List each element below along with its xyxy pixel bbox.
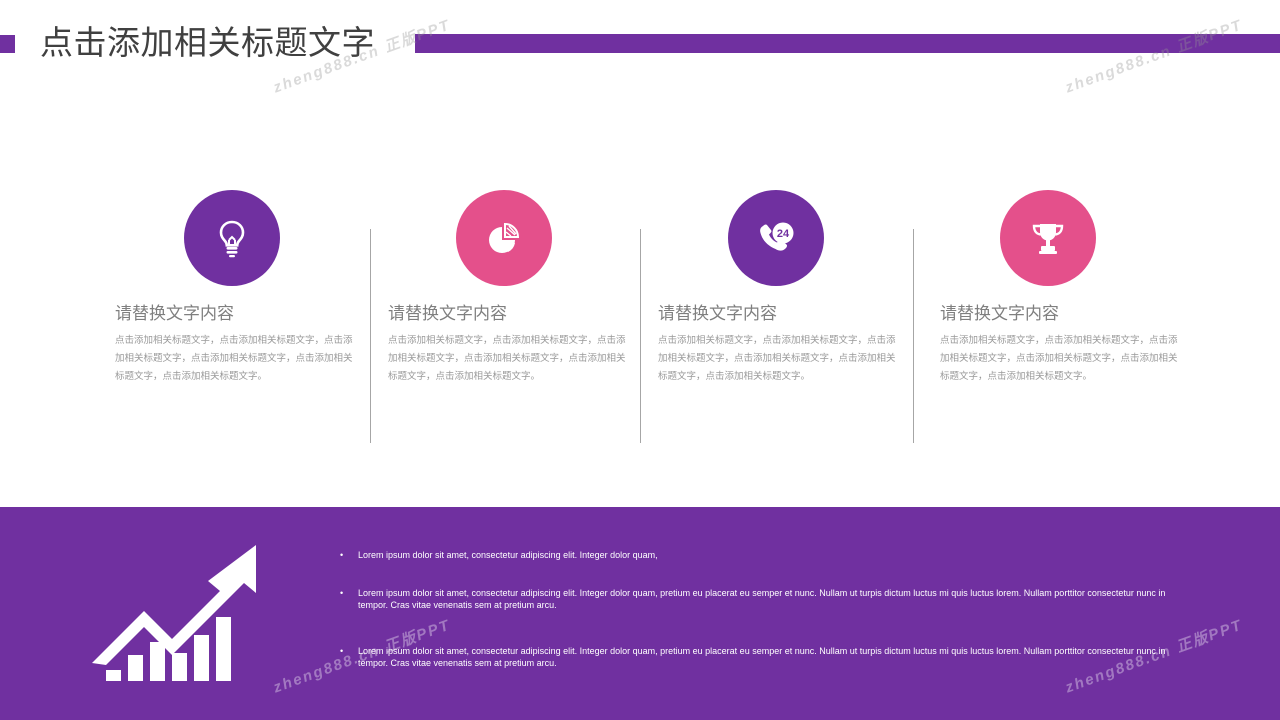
bullet-dot-1: •	[340, 550, 344, 560]
page-title: 点击添加相关标题文字	[40, 23, 375, 62]
title-accent-bar-left	[0, 35, 15, 53]
feature-title-2: 请替换文字内容	[388, 304, 507, 324]
bullet-text-3: Lorem ipsum dolor sit amet, consectetur …	[358, 646, 1166, 668]
column-divider-1	[370, 229, 371, 443]
feature-circle-3: 24	[728, 190, 824, 286]
lightbulb-icon	[219, 220, 245, 258]
bullet-item-2: • Lorem ipsum dolor sit amet, consectetu…	[340, 587, 1190, 611]
growth-chart-icon	[92, 545, 256, 681]
watermark-2: zheng888.cn 正版PPT	[1063, 16, 1245, 97]
pie-chart-icon	[489, 222, 520, 253]
bullet-item-1: • Lorem ipsum dolor sit amet, consectetu…	[340, 549, 1190, 561]
bottom-panel: • Lorem ipsum dolor sit amet, consectetu…	[0, 507, 1280, 720]
bullet-dot-3: •	[340, 646, 344, 656]
feature-desc-4: 点击添加相关标题文字，点击添加相关标题文字，点击添加相关标题文字，点击添加相关标…	[940, 335, 1178, 382]
feature-title-3: 请替换文字内容	[658, 304, 777, 324]
title-accent-bar-right	[415, 34, 1280, 53]
feature-desc-1: 点击添加相关标题文字，点击添加相关标题文字，点击添加相关标题文字，点击添加相关标…	[115, 335, 353, 382]
trophy-icon	[1032, 224, 1064, 254]
bullet-dot-2: •	[340, 588, 344, 598]
feature-circle-2	[456, 190, 552, 286]
feature-circle-4	[1000, 190, 1096, 286]
feature-title-4: 请替换文字内容	[940, 304, 1059, 324]
feature-title-1: 请替换文字内容	[115, 304, 234, 324]
bullet-item-3: • Lorem ipsum dolor sit amet, consectetu…	[340, 645, 1190, 669]
column-divider-2	[640, 229, 641, 443]
phone-badge-label: 24	[777, 228, 790, 240]
feature-desc-2: 点击添加相关标题文字，点击添加相关标题文字，点击添加相关标题文字，点击添加相关标…	[388, 335, 626, 382]
bullet-text-2: Lorem ipsum dolor sit amet, consectetur …	[358, 588, 1166, 610]
feature-desc-3: 点击添加相关标题文字，点击添加相关标题文字，点击添加相关标题文字，点击添加相关标…	[658, 335, 896, 382]
column-divider-3	[913, 229, 914, 443]
bullet-text-1: Lorem ipsum dolor sit amet, consectetur …	[358, 550, 658, 560]
feature-circle-1	[184, 190, 280, 286]
phone-24-icon: 24	[760, 222, 794, 251]
